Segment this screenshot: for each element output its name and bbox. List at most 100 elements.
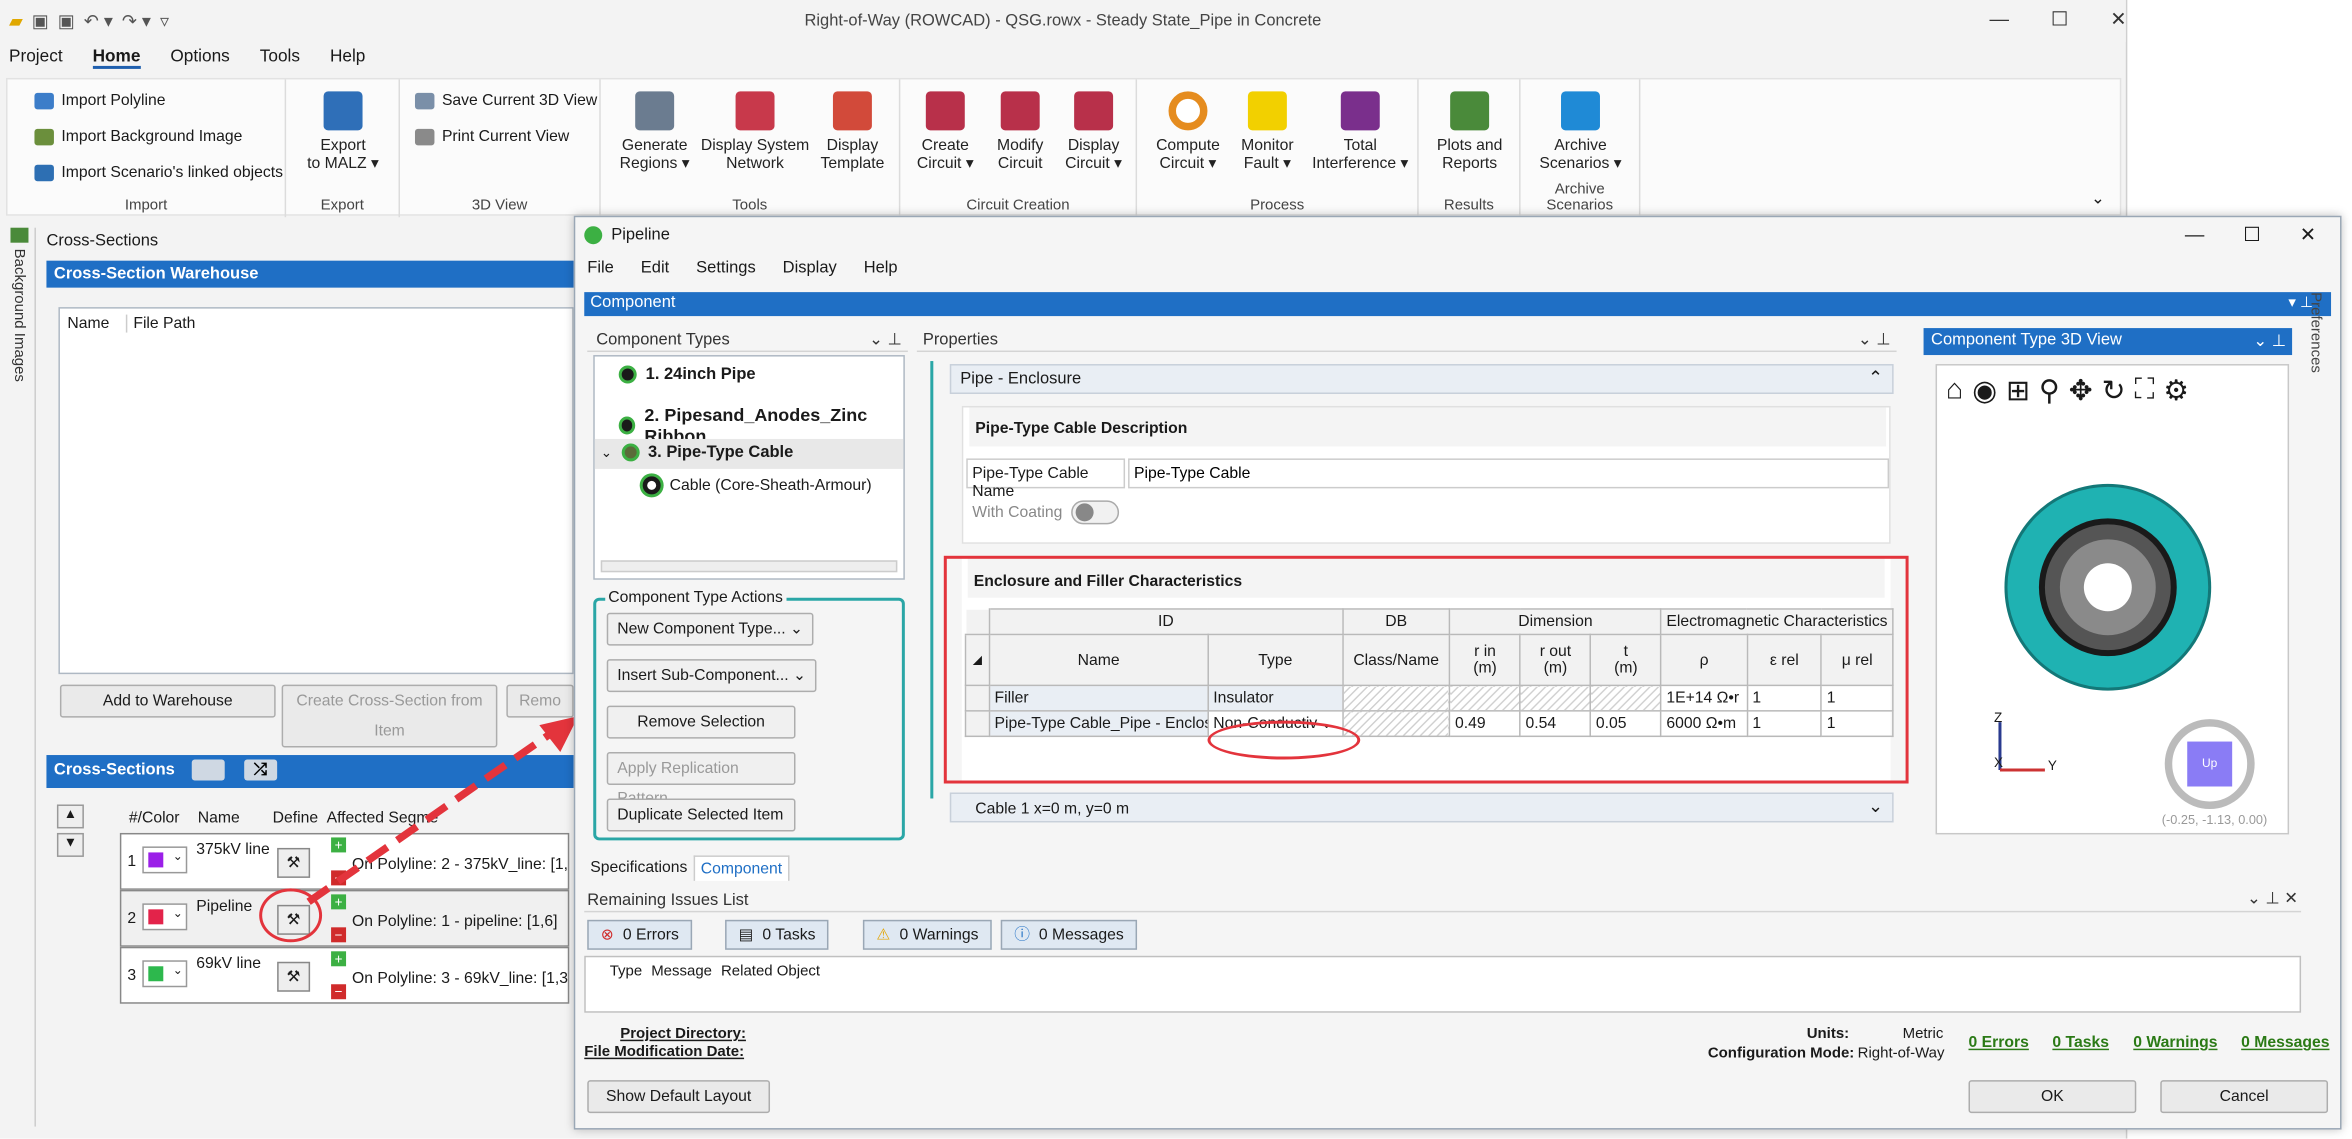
save-3d-view-button[interactable]: Save Current 3D View bbox=[414, 91, 597, 109]
cs-row[interactable]: 3 ⌄ 69kV line ⚒ + − On Polyline: 3 - 69kV_line… bbox=[119, 946, 570, 1004]
menu-help[interactable]: Help bbox=[864, 259, 898, 277]
menu-file[interactable]: File bbox=[587, 259, 614, 277]
properties-pin-icon[interactable]: ⌄ ⊥ bbox=[1858, 330, 1891, 349]
status-tasks-link[interactable]: 0 Tasks bbox=[2052, 1034, 2109, 1052]
section-pipe-enclosure[interactable]: Pipe - Enclosure ⌃ bbox=[949, 364, 1894, 395]
rotate-icon[interactable]: ↻ bbox=[2102, 375, 2126, 409]
menu-settings[interactable]: Settings bbox=[696, 259, 756, 277]
collapse-icon[interactable]: ⌃ bbox=[1868, 367, 1883, 388]
tab-specifications[interactable]: Specifications bbox=[584, 855, 693, 880]
total-interference-button[interactable]: Total Interference ▾ bbox=[1308, 91, 1413, 172]
move-down-button[interactable]: ▼ bbox=[56, 832, 84, 857]
types-scrollbar[interactable] bbox=[600, 560, 898, 573]
color-picker[interactable]: ⌄ bbox=[142, 846, 188, 874]
eye-icon[interactable]: ◉ bbox=[1972, 375, 1997, 409]
display-template-button[interactable]: Display Template bbox=[813, 91, 891, 172]
types-pin-icon[interactable]: ⌄ ⊥ bbox=[869, 330, 902, 349]
pan-icon[interactable]: ✥ bbox=[2069, 375, 2093, 409]
view3d-canvas[interactable]: ⌂ ◉ ⊞ ⚲ ✥ ↻ ⛶ ⚙ Z X Y Up (-0.25, -1.13, … bbox=[1935, 364, 2290, 835]
fit-icon[interactable]: ⛶ bbox=[2134, 375, 2154, 409]
pipeline-icon bbox=[584, 226, 603, 245]
menu-help[interactable]: Help bbox=[330, 48, 365, 69]
section-cable[interactable]: Cable 1 x=0 m, y=0 m ⌄ bbox=[949, 792, 1894, 823]
preferences-tab[interactable]: Preferences bbox=[2307, 292, 2323, 373]
modify-circuit-button[interactable]: Modify Circuit bbox=[984, 91, 1056, 172]
cable-cross-section bbox=[2004, 483, 2212, 691]
background-images-tab[interactable]: Background Images bbox=[10, 249, 26, 382]
tasks-button[interactable]: ▤ 0 Tasks bbox=[725, 919, 829, 950]
maximize-icon[interactable]: ☐ bbox=[2051, 7, 2068, 31]
color-picker[interactable]: ⌄ bbox=[142, 903, 188, 931]
add-segment-icon[interactable]: + bbox=[331, 951, 347, 967]
display-circuit-button[interactable]: Display Circuit ▾ bbox=[1056, 91, 1131, 172]
tab-component[interactable]: Component bbox=[693, 855, 790, 881]
show-default-layout-button[interactable]: Show Default Layout bbox=[587, 1080, 771, 1114]
compute-circuit-button[interactable]: Compute Circuit ▾ bbox=[1149, 91, 1227, 172]
expand-icon[interactable]: ⌄ bbox=[601, 444, 612, 460]
status-messages-link[interactable]: 0 Messages bbox=[2241, 1034, 2329, 1052]
messages-button[interactable]: ⓘ 0 Messages bbox=[1000, 919, 1138, 950]
generate-regions-button[interactable]: Generate Regions ▾ bbox=[616, 91, 694, 172]
menu-edit[interactable]: Edit bbox=[641, 259, 669, 277]
collapse-ribbon-icon[interactable]: ⌄ bbox=[2091, 189, 2105, 208]
plots-reports-button[interactable]: Plots and Reports bbox=[1428, 91, 1512, 172]
warnings-button[interactable]: ⚠ 0 Warnings bbox=[862, 919, 992, 950]
minimize-icon[interactable]: — bbox=[1989, 7, 2008, 31]
issues-list[interactable]: Type Message Related Object bbox=[584, 955, 2302, 1013]
view3d-pin-icon[interactable]: ⌄ ⊥ bbox=[2253, 331, 2286, 351]
coating-toggle[interactable] bbox=[1071, 500, 1120, 525]
print-view-button[interactable]: Print Current View bbox=[414, 127, 569, 145]
issues-header: Remaining Issues List ⌄ ⊥ ✕ bbox=[584, 888, 2302, 913]
remove-segment-icon[interactable]: − bbox=[331, 984, 347, 1000]
new-component-type-button[interactable]: New Component Type... ⌄ bbox=[606, 612, 814, 646]
refresh-icon[interactable] bbox=[191, 759, 225, 781]
menu-display[interactable]: Display bbox=[783, 259, 837, 277]
color-picker[interactable]: ⌄ bbox=[142, 960, 188, 988]
status-errors-link[interactable]: 0 Errors bbox=[1969, 1034, 2029, 1052]
apply-replication-button[interactable]: Apply Replication Pattern... bbox=[606, 752, 796, 807]
display-network-button[interactable]: Display System Network bbox=[700, 91, 811, 172]
expand-icon[interactable]: ⌄ bbox=[1868, 795, 1883, 816]
export-malz-button[interactable]: Export to MALZ ▾ bbox=[298, 91, 388, 172]
cable-name-input[interactable] bbox=[1128, 458, 1890, 489]
maximize-icon[interactable]: ☐ bbox=[2243, 223, 2260, 247]
description-title: Pipe-Type Cable Description bbox=[969, 407, 1887, 447]
zoom-region-icon[interactable]: ⊞ bbox=[2006, 375, 2030, 409]
import-polyline-button[interactable]: Import Polyline bbox=[34, 91, 165, 109]
menu-tools[interactable]: Tools bbox=[260, 48, 300, 69]
close-icon[interactable]: ✕ bbox=[2110, 7, 2126, 31]
menu-home[interactable]: Home bbox=[92, 48, 141, 69]
zoom-icon[interactable]: ⚲ bbox=[2039, 375, 2060, 409]
minimize-icon[interactable]: — bbox=[2185, 223, 2204, 247]
cancel-button[interactable]: Cancel bbox=[2160, 1080, 2329, 1114]
home-icon[interactable]: ⌂ bbox=[1946, 375, 1963, 409]
type-item-1[interactable]: 1. 24inch Pipe bbox=[618, 365, 756, 384]
status-warnings-link[interactable]: 0 Warnings bbox=[2133, 1034, 2217, 1052]
remove-segment-icon[interactable]: − bbox=[331, 927, 347, 943]
insert-sub-component-button[interactable]: Insert Sub-Component... ⌄ bbox=[606, 659, 817, 693]
errors-button[interactable]: ⊗ 0 Errors bbox=[587, 919, 693, 950]
view-cube-up[interactable]: Up bbox=[2187, 741, 2233, 787]
move-up-button[interactable]: ▲ bbox=[56, 804, 84, 829]
view-cube[interactable]: Up bbox=[2164, 719, 2255, 809]
add-to-warehouse-button[interactable]: Add to Warehouse bbox=[59, 684, 276, 718]
warehouse-list[interactable]: Name File Path bbox=[58, 307, 574, 675]
monitor-fault-button[interactable]: Monitor Fault ▾ bbox=[1230, 91, 1305, 172]
close-icon[interactable]: ✕ bbox=[2300, 223, 2316, 247]
remove-selection-button[interactable]: Remove Selection bbox=[606, 705, 796, 739]
sub-item-cable[interactable]: Cable (Core-Sheath-Armour) bbox=[642, 476, 872, 495]
create-circuit-button[interactable]: Create Circuit ▾ bbox=[909, 91, 981, 172]
issues-window-icon[interactable]: ⌄ ⊥ ✕ bbox=[2247, 888, 2298, 908]
import-linked-button[interactable]: Import Scenario's linked objects bbox=[34, 163, 283, 181]
define-tools-icon[interactable]: ⚒ bbox=[277, 961, 311, 992]
menu-options[interactable]: Options bbox=[170, 48, 229, 69]
ok-button[interactable]: OK bbox=[1968, 1080, 2137, 1114]
shuffle-icon[interactable]: ⤮ bbox=[243, 759, 277, 781]
type-item-3[interactable]: ⌄ 3. Pipe-Type Cable bbox=[601, 443, 793, 462]
menu-project[interactable]: Project bbox=[9, 48, 63, 69]
archive-scenarios-button[interactable]: Archive Scenarios ▾ bbox=[1533, 91, 1629, 172]
gear-icon[interactable]: ⚙ bbox=[2163, 375, 2189, 409]
duplicate-selected-button[interactable]: Duplicate Selected Item bbox=[606, 798, 796, 832]
file-date-label: File Modification Date: bbox=[584, 1044, 745, 1061]
import-background-button[interactable]: Import Background Image bbox=[34, 127, 242, 145]
